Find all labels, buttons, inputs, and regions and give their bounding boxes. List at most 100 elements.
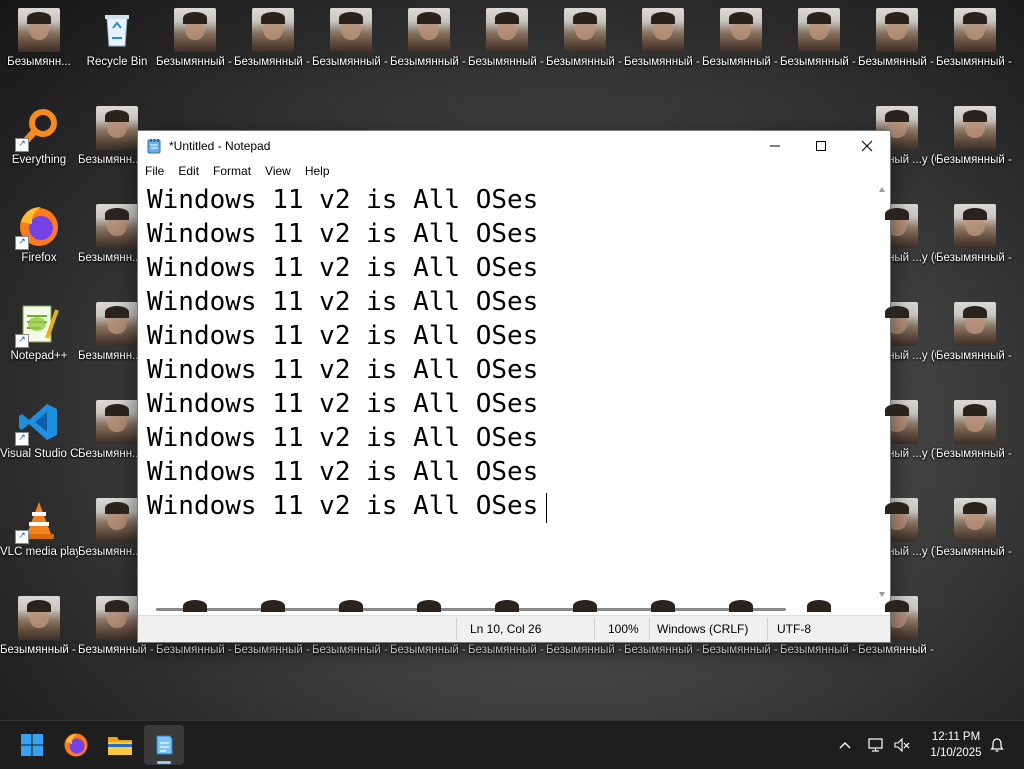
desktop-icon-label: Безымянный - Copy (74).... xyxy=(936,154,1014,166)
desktop-icon-label: Безымянный - Copy (57).... xyxy=(702,56,780,68)
desktop-icon-label: Безымянный - Copy (73).... xyxy=(936,56,1014,68)
clock-date: 1/10/2025 xyxy=(930,747,982,759)
desktop-shortcut[interactable]: ↗ Everything xyxy=(0,98,78,194)
desktop-image-file[interactable]: Безымянный - Copy (76).... xyxy=(936,294,1014,390)
desktop-shortcut[interactable]: ↗ Firefox xyxy=(0,196,78,292)
text-line[interactable]: Windows 11 v2 is All OSes xyxy=(147,319,538,353)
image-thumbnail-icon xyxy=(174,8,216,52)
taskbar: 12:11 PM 1/10/2025 xyxy=(0,720,1024,769)
maximize-icon xyxy=(816,141,826,151)
recycle-bin-icon xyxy=(95,8,139,52)
desktop-image-file[interactable]: Безымянный - Copy (64).... xyxy=(780,0,858,96)
desktop-image-file[interactable]: Безымянный - Copy (74).... xyxy=(936,98,1014,194)
desktop-image-file[interactable]: Безымянный - Copy (77).... xyxy=(936,392,1014,488)
notepad-title-bar[interactable]: *Untitled - Notepad xyxy=(138,131,890,161)
desktop-icon-label: Everything xyxy=(11,154,67,166)
desktop-image-file[interactable]: Безымянный - Copy (36).... xyxy=(468,0,546,96)
desktop-image-file[interactable]: Безымянный - Copy (50).... xyxy=(624,0,702,96)
everything-icon: ↗ xyxy=(15,106,61,152)
status-divider xyxy=(649,618,650,640)
desktop-image-file[interactable]: Безымянный - Copy.png xyxy=(0,588,78,684)
image-thumbnail-icon xyxy=(408,8,450,52)
vertical-scrollbar[interactable] xyxy=(874,183,890,601)
desktop-icon-label: Безымянный - Copy (28).... xyxy=(312,644,390,656)
menu-view[interactable]: View xyxy=(258,161,298,183)
text-line[interactable]: Windows 11 v2 is All OSes xyxy=(147,285,538,319)
notepadpp-icon: ↗ xyxy=(15,302,61,348)
text-line[interactable]: Windows 11 v2 is All OSes xyxy=(147,421,538,455)
image-thumbnail-icon xyxy=(876,8,918,52)
show-hidden-icons-button[interactable] xyxy=(832,721,858,769)
desktop-icon-label: Безымянный - Copy (63).... xyxy=(702,644,780,656)
desktop-image-file[interactable]: Безымянный - Copy (57).... xyxy=(702,0,780,96)
image-thumbnail-icon xyxy=(18,8,60,52)
desktop-icon-label: Notepad++ xyxy=(10,350,68,362)
vscode-icon: ↗ xyxy=(15,400,61,446)
notepad-app-icon xyxy=(147,139,161,154)
start-button[interactable] xyxy=(12,725,52,765)
image-thumbnail-icon xyxy=(96,204,138,248)
image-thumbnail-icon xyxy=(96,400,138,444)
desktop-image-file[interactable]: Безымянный - Copy (15).... xyxy=(234,0,312,96)
desktop-image-file[interactable]: Безымянный - Copy (43).... xyxy=(546,0,624,96)
desktop-image-file[interactable]: Безымянный - Copy (8).p... xyxy=(156,0,234,96)
desktop-icon-label: Безымянный - Copy (77).... xyxy=(936,448,1014,460)
taskbar-notepad[interactable] xyxy=(144,725,184,765)
maximize-button[interactable] xyxy=(798,131,844,161)
desktop-image-file[interactable]: Безымянный - Copy (66).... xyxy=(858,0,936,96)
volume-status[interactable] xyxy=(890,721,914,769)
menu-file[interactable]: File xyxy=(138,161,171,183)
desktop-image-file[interactable]: Безымянный - Copy (22).... xyxy=(312,0,390,96)
recycle-bin[interactable]: Recycle Bin xyxy=(78,0,156,96)
desktop-image-file[interactable]: Безымянный - Copy (78).... xyxy=(936,490,1014,586)
desktop-shortcut[interactable]: ↗ VLC media player xyxy=(0,490,78,586)
desktop-icon-label: Visual Studio Code xyxy=(0,448,78,460)
desktop-icon-label: Безымянный - Copy (14).... xyxy=(156,644,234,656)
menu-help[interactable]: Help xyxy=(298,161,337,183)
image-thumbnail-icon xyxy=(954,204,996,248)
minimize-button[interactable] xyxy=(752,131,798,161)
menu-edit[interactable]: Edit xyxy=(171,161,206,183)
image-thumbnail-icon xyxy=(954,302,996,346)
text-line[interactable]: Windows 11 v2 is All OSes xyxy=(147,387,538,421)
desktop-image-file[interactable]: Безымянный - Copy (29).... xyxy=(390,0,468,96)
notepad-window[interactable]: *Untitled - Notepad File Edit Format Vie… xyxy=(137,130,891,643)
shortcut-arrow-icon: ↗ xyxy=(15,334,29,348)
desktop-icon-label: Безымянный - Copy (8).p... xyxy=(156,56,234,68)
menu-format[interactable]: Format xyxy=(206,161,258,183)
scroll-up-arrow-icon[interactable] xyxy=(874,183,890,195)
image-thumbnail-icon xyxy=(954,498,996,542)
shortcut-arrow-icon: ↗ xyxy=(15,432,29,446)
folder-icon xyxy=(108,737,132,755)
minimize-icon xyxy=(770,145,780,147)
network-status[interactable] xyxy=(864,721,888,769)
taskbar-firefox[interactable] xyxy=(56,725,96,765)
desktop-shortcut[interactable]: ↗ Visual Studio Code xyxy=(0,392,78,488)
text-line[interactable]: Windows 11 v2 is All OSes xyxy=(147,353,538,387)
text-line[interactable]: Windows 11 v2 is All OSes xyxy=(147,251,538,285)
clock[interactable]: 12:11 PM 1/10/2025 xyxy=(918,729,994,761)
scroll-down-arrow-icon[interactable] xyxy=(874,589,890,601)
desktop-icon-label: Безымянный - Copy (36).... xyxy=(468,56,546,68)
editor-content[interactable]: Windows 11 v2 is All OSes Windows 11 v2 i… xyxy=(147,183,538,523)
desktop-icon-label: Безымянный - Copy (66).... xyxy=(858,56,936,68)
close-button[interactable] xyxy=(844,131,890,161)
text-line[interactable]: Windows 11 v2 is All OSes xyxy=(147,455,538,489)
text-line[interactable]: Windows 11 v2 is All OSes xyxy=(147,183,538,217)
desktop-image-file[interactable]: Безымянн... xyxy=(0,0,78,96)
desktop-shortcut[interactable]: ↗ Notepad++ xyxy=(0,294,78,390)
text-line[interactable]: Windows 11 v2 is All OSes xyxy=(147,489,538,523)
taskbar-file-explorer[interactable] xyxy=(100,725,140,765)
notifications-button[interactable] xyxy=(986,721,1008,769)
desktop-image-file[interactable]: Безымянный - Copy (75).... xyxy=(936,196,1014,292)
image-thumbnail-icon xyxy=(954,400,996,444)
desktop-icon-label: Безымянный - Copy (42).... xyxy=(468,644,546,656)
text-line[interactable]: Windows 11 v2 is All OSes xyxy=(147,217,538,251)
desktop-image-file[interactable]: Безымянный - Copy (73).... xyxy=(936,0,1014,96)
close-icon xyxy=(861,140,873,152)
desktop-icon-label: Безымянный - Copy (65).... xyxy=(780,644,858,656)
text-editor[interactable]: Windows 11 v2 is All OSes Windows 11 v2 i… xyxy=(138,183,872,601)
image-thumbnail-icon xyxy=(642,8,684,52)
line-ending: Windows (CRLF) xyxy=(657,622,749,636)
horizontal-scroll-thumb[interactable] xyxy=(156,608,786,611)
